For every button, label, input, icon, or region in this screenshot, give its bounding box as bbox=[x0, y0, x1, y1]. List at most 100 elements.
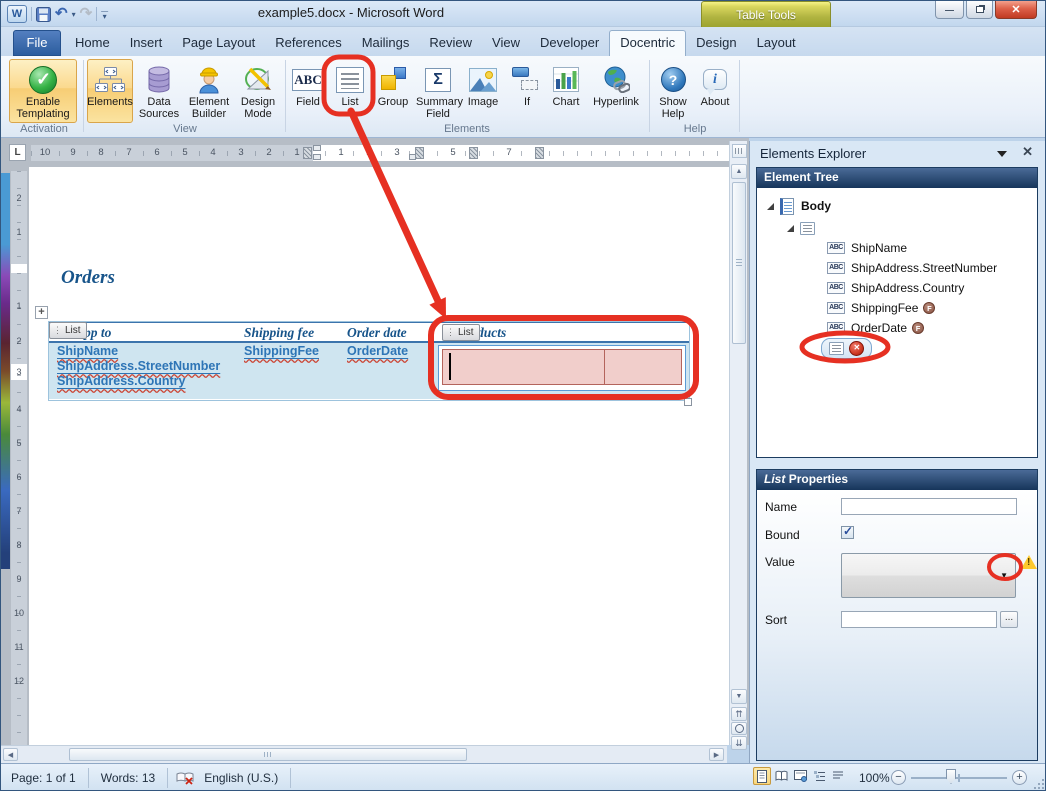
show-help-button[interactable]: ? Show Help bbox=[653, 59, 693, 123]
design-mode-button[interactable]: Design Mode bbox=[235, 59, 281, 123]
tree-node-field[interactable]: ABC ShippingFee F bbox=[827, 298, 1037, 318]
field-shipname[interactable]: ShipName bbox=[57, 344, 118, 358]
data-sources-button[interactable]: Data Sources bbox=[135, 59, 183, 123]
products-list-content-control[interactable] bbox=[438, 345, 686, 391]
undo-icon[interactable]: ↶ bbox=[55, 6, 68, 22]
restore-button[interactable] bbox=[966, 1, 993, 19]
selected-tree-node[interactable] bbox=[821, 338, 872, 359]
previous-page-icon[interactable] bbox=[731, 707, 747, 721]
about-button[interactable]: i About bbox=[695, 59, 735, 123]
list-content-control-tag[interactable]: List bbox=[442, 324, 480, 341]
value-dropdown[interactable] bbox=[841, 553, 1016, 598]
select-browse-object-icon[interactable] bbox=[731, 722, 747, 735]
document-page[interactable]: Orders + List List pp to Shipping fee Or… bbox=[29, 167, 729, 745]
proofing-error-icon[interactable] bbox=[176, 771, 194, 785]
scroll-down-icon[interactable] bbox=[731, 689, 747, 704]
tree-node-list[interactable] bbox=[787, 218, 1037, 238]
vertical-scrollbar[interactable] bbox=[729, 141, 747, 745]
first-line-indent-marker[interactable] bbox=[313, 145, 321, 151]
sort-browse-button[interactable]: ... bbox=[1000, 611, 1018, 628]
right-indent-marker[interactable] bbox=[409, 154, 416, 160]
tab-layout[interactable]: Layout bbox=[747, 30, 806, 56]
element-builder-button[interactable]: Element Builder bbox=[185, 59, 233, 123]
document-table[interactable]: List List pp to Shipping fee Order date … bbox=[48, 321, 690, 401]
tab-view[interactable]: View bbox=[482, 30, 530, 56]
tree-node-field[interactable]: ABC ShipAddress.StreetNumber bbox=[827, 258, 1037, 278]
expand-icon[interactable] bbox=[767, 203, 774, 210]
enable-templating-button[interactable]: Enable Templating bbox=[9, 59, 77, 123]
full-screen-reading-view-icon[interactable] bbox=[772, 767, 790, 785]
if-button[interactable]: If bbox=[509, 59, 545, 123]
redo-icon[interactable]: ↷ bbox=[80, 6, 93, 22]
ruler-toggle-icon[interactable] bbox=[732, 144, 747, 158]
table-move-handle[interactable]: + bbox=[35, 306, 48, 319]
tab-developer[interactable]: Developer bbox=[530, 30, 609, 56]
table-resize-handle[interactable] bbox=[684, 398, 692, 406]
zoom-in-icon[interactable]: + bbox=[1012, 770, 1027, 785]
scrollbar-thumb[interactable] bbox=[69, 748, 467, 761]
tree-node-field[interactable]: ABC ShipName bbox=[827, 238, 1037, 258]
zoom-slider-thumb[interactable] bbox=[946, 769, 956, 784]
nested-table-cell[interactable] bbox=[442, 349, 605, 385]
document-heading[interactable]: Orders bbox=[61, 267, 115, 289]
tab-design[interactable]: Design bbox=[686, 30, 746, 56]
scroll-left-icon[interactable] bbox=[3, 748, 18, 761]
tab-review[interactable]: Review bbox=[419, 30, 482, 56]
vertical-ruler[interactable]: 2 1 1 2 3 4 5 6 7 8 9 10 11 12 bbox=[11, 171, 27, 745]
tab-page-layout[interactable]: Page Layout bbox=[172, 30, 265, 56]
tab-docentric[interactable]: Docentric bbox=[609, 30, 686, 56]
horizontal-scrollbar[interactable] bbox=[1, 745, 727, 763]
scrollbar-thumb[interactable] bbox=[732, 182, 746, 344]
name-input[interactable] bbox=[841, 498, 1017, 515]
chart-button[interactable]: Chart bbox=[547, 59, 585, 123]
word-app-icon[interactable]: W bbox=[7, 5, 27, 23]
table-column-marker[interactable] bbox=[415, 147, 424, 159]
zoom-out-icon[interactable]: − bbox=[891, 770, 906, 785]
panel-menu-caret-icon[interactable] bbox=[997, 151, 1007, 157]
undo-dropdown-caret[interactable]: ▾ bbox=[72, 10, 76, 19]
field-button[interactable]: ABC Field bbox=[289, 59, 327, 123]
scroll-up-icon[interactable] bbox=[731, 164, 747, 179]
tree-node-field[interactable]: ABC OrderDate F bbox=[827, 318, 1037, 338]
zoom-slider-track[interactable] bbox=[911, 777, 1007, 779]
sort-input[interactable] bbox=[841, 611, 997, 628]
tree-node-body[interactable]: Body bbox=[767, 196, 1037, 216]
nested-table[interactable] bbox=[442, 349, 682, 385]
table-column-marker[interactable] bbox=[535, 147, 544, 159]
tab-references[interactable]: References bbox=[265, 30, 351, 56]
draft-view-icon[interactable] bbox=[829, 767, 847, 785]
tab-home[interactable]: Home bbox=[65, 30, 120, 56]
customize-qat-icon[interactable] bbox=[101, 9, 108, 19]
nested-table-cell[interactable] bbox=[605, 349, 682, 385]
image-button[interactable]: Image bbox=[463, 59, 503, 123]
group-button[interactable]: Group bbox=[373, 59, 413, 123]
save-icon[interactable] bbox=[36, 7, 51, 22]
language-indicator[interactable]: English (U.S.) bbox=[200, 771, 282, 785]
tree-node-unbound-list[interactable] bbox=[821, 338, 1037, 358]
summary-field-button[interactable]: Σ Summary Field bbox=[415, 59, 461, 123]
outline-view-icon[interactable] bbox=[810, 767, 828, 785]
hyperlink-button[interactable]: Hyperlink bbox=[587, 59, 645, 123]
elements-button[interactable]: Elements bbox=[87, 59, 133, 123]
table-column-marker[interactable] bbox=[303, 147, 312, 159]
field-shipaddress-streetnumber[interactable]: ShipAddress.StreetNumber bbox=[57, 359, 220, 373]
window-resize-grip[interactable] bbox=[1033, 778, 1044, 789]
list-button[interactable]: List bbox=[331, 59, 369, 123]
close-button[interactable] bbox=[995, 1, 1037, 19]
table-column-marker[interactable] bbox=[469, 147, 478, 159]
field-orderdate[interactable]: OrderDate bbox=[347, 344, 408, 358]
next-page-icon[interactable] bbox=[731, 736, 747, 750]
minimize-button[interactable] bbox=[935, 1, 964, 19]
scroll-right-icon[interactable] bbox=[709, 748, 724, 761]
tree-node-field[interactable]: ABC ShipAddress.Country bbox=[827, 278, 1037, 298]
panel-close-icon[interactable]: ✕ bbox=[1022, 144, 1033, 160]
horizontal-ruler[interactable]: 10 9 8 7 6 5 4 3 2 1 1 2 3 5 7 bbox=[31, 145, 729, 161]
zoom-level[interactable]: 100% bbox=[859, 771, 890, 785]
field-shippingfee[interactable]: ShippingFee bbox=[244, 344, 319, 358]
tab-stop-selector[interactable]: L bbox=[9, 144, 26, 161]
list-content-control-tag[interactable]: List bbox=[49, 322, 87, 339]
web-layout-view-icon[interactable] bbox=[791, 767, 809, 785]
hanging-indent-marker[interactable] bbox=[313, 154, 321, 160]
word-count[interactable]: Words: 13 bbox=[97, 771, 159, 785]
bound-checkbox[interactable] bbox=[841, 526, 854, 539]
